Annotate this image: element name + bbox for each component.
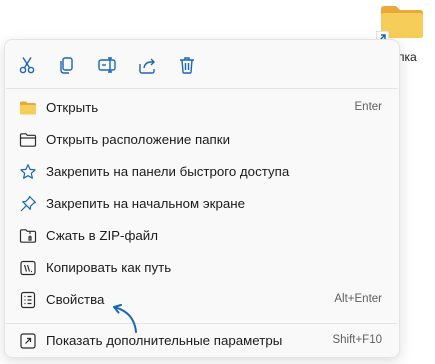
menu-item-shortcut: Shift+F10	[332, 334, 382, 346]
menu-item-label: Сжать в ZIP-файл	[46, 228, 158, 243]
menu-separator	[6, 88, 398, 89]
menu-separator	[6, 323, 398, 324]
context-menu: Открыть Enter Открыть расположение папки…	[4, 39, 400, 358]
copy-button[interactable]	[53, 51, 81, 79]
menu-item-pin-start[interactable]: Закрепить на начальном экране	[9, 189, 395, 219]
menu-item-label: Открыть	[46, 100, 99, 115]
menu-item-label: Показать дополнительные параметры	[46, 333, 283, 348]
folder-icon	[19, 99, 37, 117]
menu-item-pin-quick-access[interactable]: Закрепить на панели быстрого доступа	[9, 157, 395, 187]
delete-button[interactable]	[173, 51, 201, 79]
desktop-folder-label[interactable]: пка	[398, 50, 417, 64]
menu-item-properties[interactable]: Свойства Alt+Enter	[9, 285, 395, 315]
share-button[interactable]	[133, 51, 161, 79]
pin-icon	[19, 195, 37, 213]
cut-button[interactable]	[13, 51, 41, 79]
copy-path-icon	[19, 259, 37, 277]
menu-item-open[interactable]: Открыть Enter	[9, 93, 395, 123]
star-icon	[19, 163, 37, 181]
properties-icon	[19, 291, 37, 309]
context-menu-toolbar	[5, 40, 399, 88]
delete-icon	[180, 57, 194, 74]
menu-item-copy-path[interactable]: Копировать как путь	[9, 253, 395, 283]
menu-item-compress-zip[interactable]: Сжать в ZIP-файл	[9, 221, 395, 251]
menu-item-label: Закрепить на начальном экране	[46, 196, 245, 211]
folder-outline-icon	[19, 131, 37, 149]
more-options-icon	[19, 332, 37, 350]
menu-item-label: Копировать как путь	[46, 260, 172, 275]
share-icon	[139, 58, 155, 74]
rename-button[interactable]	[93, 51, 121, 79]
menu-item-label: Открыть расположение папки	[46, 132, 231, 147]
menu-item-label: Свойства	[46, 292, 105, 307]
menu-item-shortcut: Alt+Enter	[334, 293, 382, 305]
zip-folder-icon	[19, 227, 37, 245]
cut-icon	[19, 57, 35, 74]
copy-icon	[60, 57, 73, 74]
rename-icon	[98, 57, 116, 73]
annotation-arrow-icon	[113, 304, 137, 333]
menu-item-open-location[interactable]: Открыть расположение папки	[9, 125, 395, 155]
menu-item-show-more-options[interactable]: Показать дополнительные параметры Shift+…	[9, 326, 395, 356]
menu-item-label: Закрепить на панели быстрого доступа	[46, 164, 290, 179]
menu-item-shortcut: Enter	[354, 101, 383, 113]
